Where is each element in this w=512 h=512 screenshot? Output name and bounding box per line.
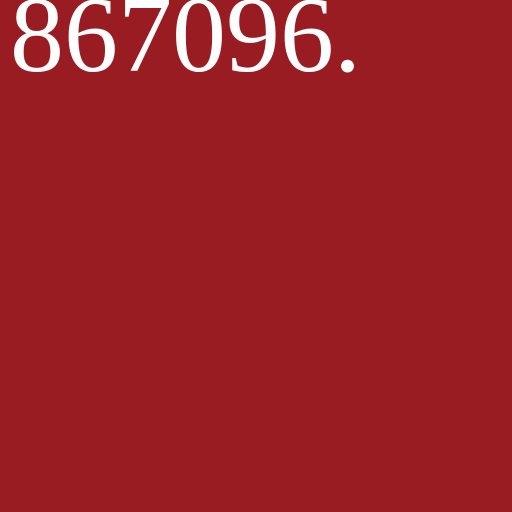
red-canvas: 867096. (0, 0, 512, 512)
large-number-text: 867096. (10, 0, 361, 95)
